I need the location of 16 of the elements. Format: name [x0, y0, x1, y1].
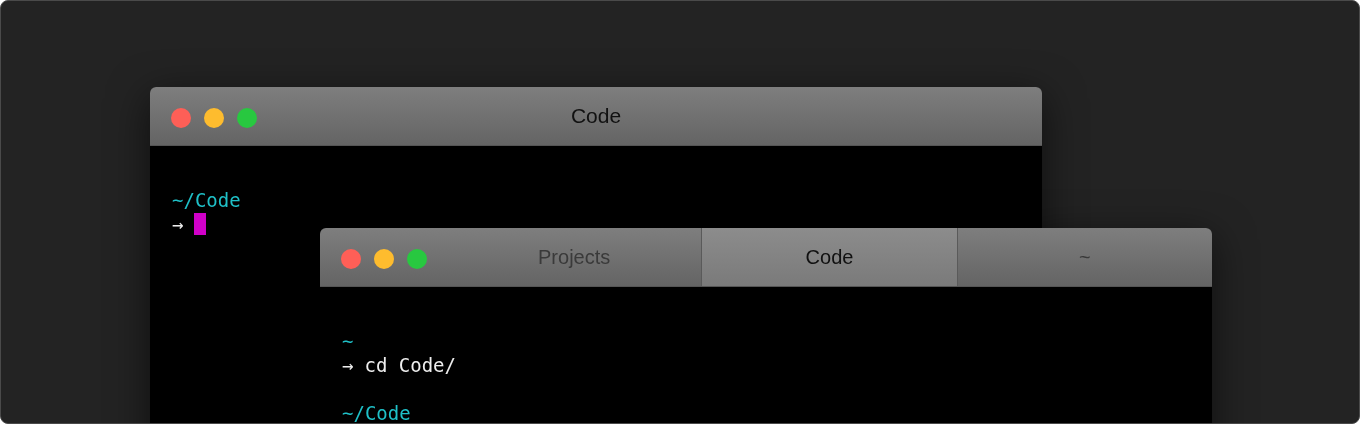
zoom-button[interactable] — [407, 249, 427, 269]
path-text: ~ — [342, 329, 354, 353]
command-text: cd Code/ — [364, 353, 456, 377]
prompt-arrow: → — [172, 212, 184, 236]
prompt-arrow: → — [342, 353, 354, 377]
path-text: ~/Code — [172, 188, 241, 212]
close-button[interactable] — [171, 108, 191, 128]
minimize-button[interactable] — [204, 108, 224, 128]
close-button[interactable] — [341, 249, 361, 269]
path-text: ~/Code — [342, 401, 411, 423]
tab[interactable]: Projects — [447, 228, 702, 286]
minimize-button[interactable] — [374, 249, 394, 269]
tab[interactable]: Code — [701, 228, 957, 286]
zoom-button[interactable] — [237, 108, 257, 128]
window-title: Code — [570, 104, 622, 128]
tab[interactable]: ~ — [956, 228, 1212, 286]
